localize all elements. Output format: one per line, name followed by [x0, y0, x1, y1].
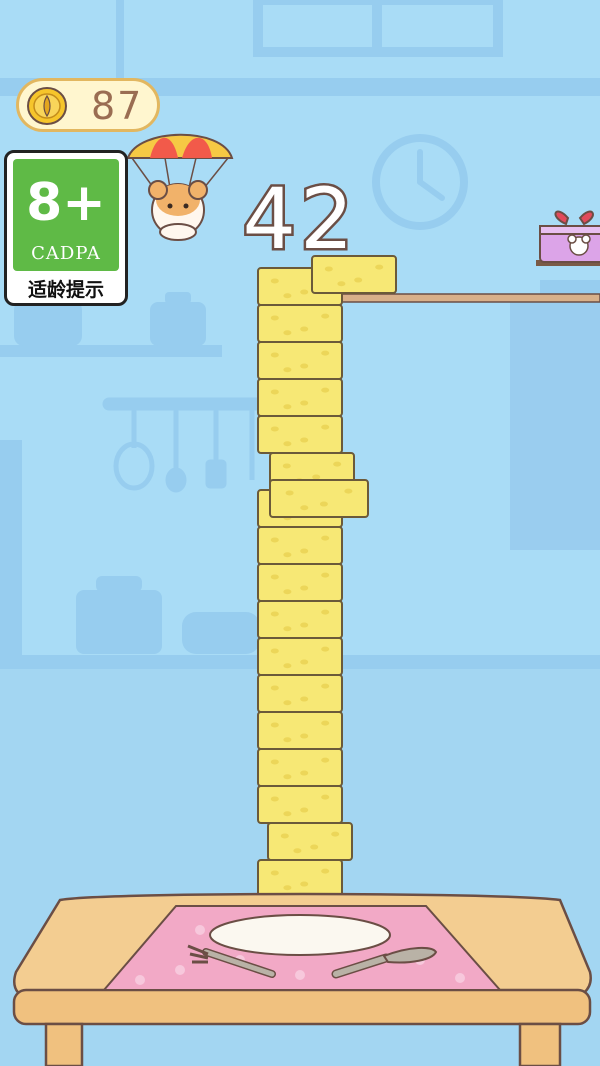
- cheese-block: [257, 600, 343, 639]
- cheese-block: [257, 526, 343, 565]
- age-rating-badge: 8+ CADPA 适龄提示: [4, 150, 128, 306]
- plate: [209, 914, 391, 956]
- cheese-block: [257, 711, 343, 750]
- coin-count: 87: [91, 84, 144, 128]
- cheese-block: [257, 859, 343, 898]
- coin-counter[interactable]: 87: [16, 78, 160, 132]
- coin-icon: [27, 87, 67, 125]
- score-display: 42: [240, 168, 358, 271]
- cheese-block: [257, 304, 343, 343]
- age-rating-caption: 适龄提示: [27, 279, 104, 301]
- cheese-block: [257, 341, 343, 380]
- cheese-block: [257, 637, 343, 676]
- age-rating-text: 8+: [26, 173, 106, 233]
- cheese-block: [257, 378, 343, 417]
- cheese-block: [257, 415, 343, 454]
- window-divider: [372, 0, 382, 52]
- cheese-block: [257, 785, 343, 824]
- cheese-block: [257, 748, 343, 787]
- age-rating-org: CADPA: [31, 243, 101, 264]
- cheese-block: [267, 822, 353, 861]
- conveyor-plank: [311, 293, 600, 303]
- cheese-block-offset: [269, 479, 369, 518]
- hanging-rod: [116, 0, 124, 78]
- cheese-block: [257, 674, 343, 713]
- age-rating-panel: 8+ CADPA: [13, 159, 119, 271]
- curtain: [510, 280, 600, 550]
- cheese-block: [257, 563, 343, 602]
